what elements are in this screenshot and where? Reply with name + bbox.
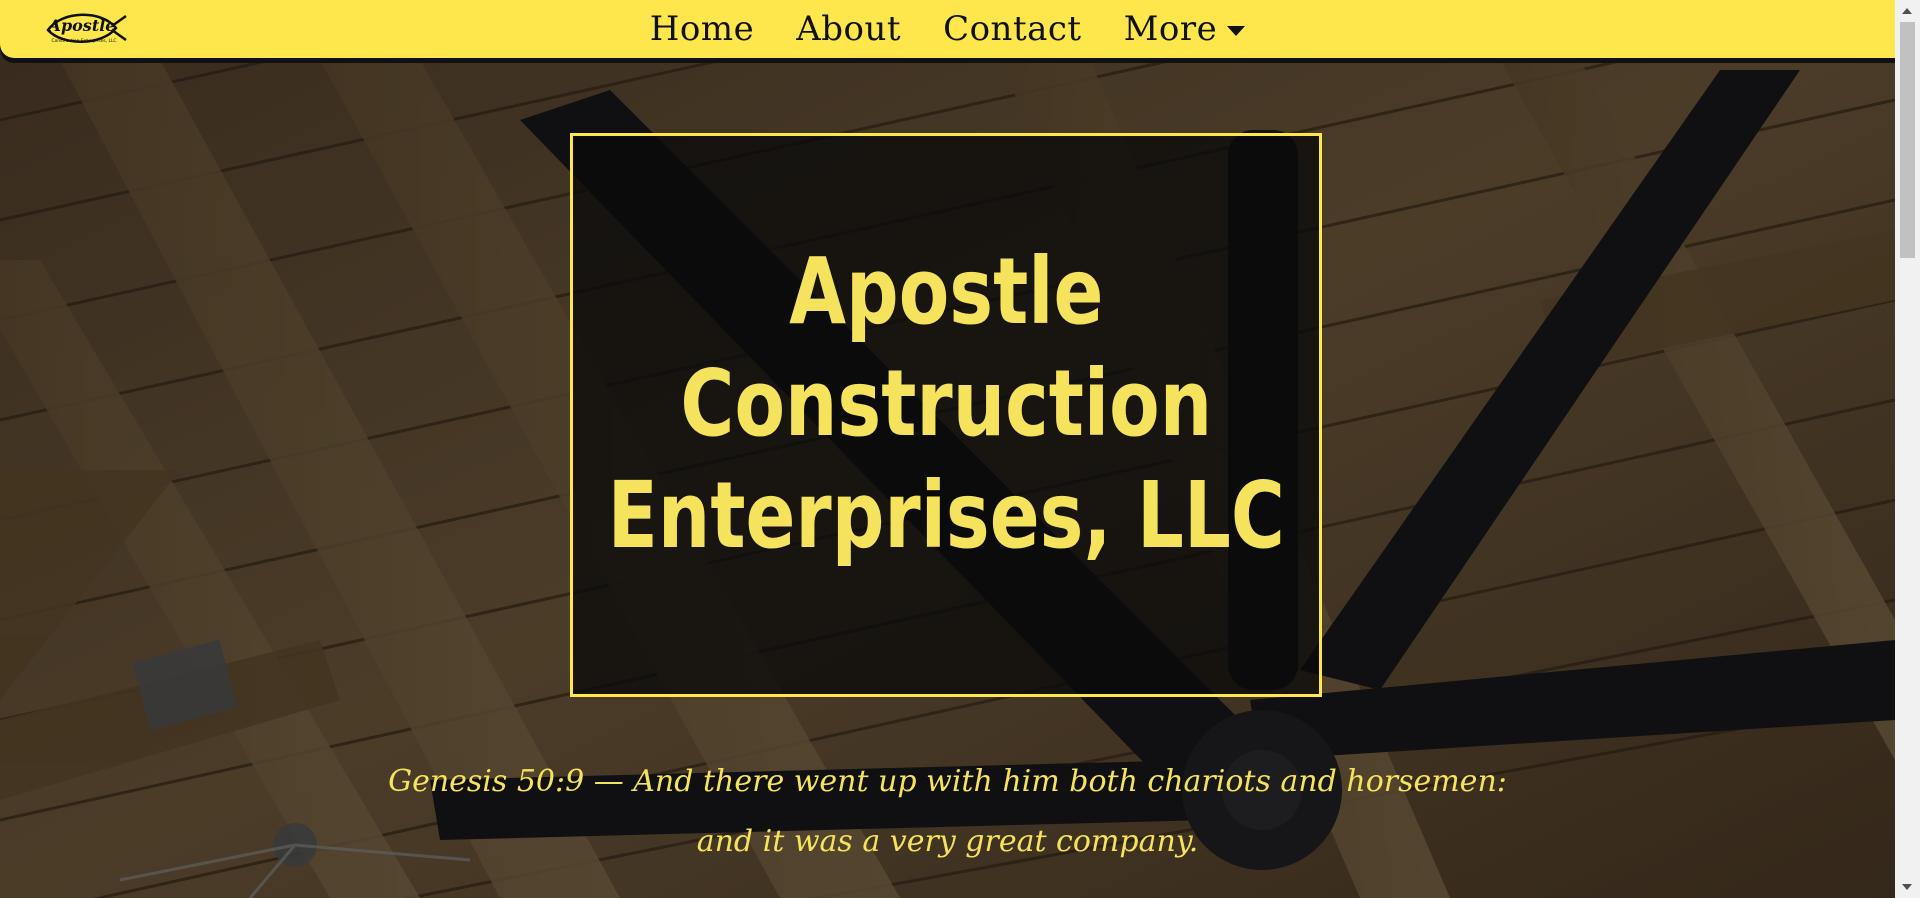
nav-more-label: More <box>1123 9 1218 49</box>
nav-about[interactable]: About <box>796 0 901 58</box>
nav-contact[interactable]: Contact <box>943 0 1082 58</box>
nav-contact-label: Contact <box>943 9 1082 49</box>
navbar: Apostle Construction Enterprises, LLC Ho… <box>0 0 1895 58</box>
page-scrollbar[interactable] <box>1895 0 1920 898</box>
nav-more-dropdown[interactable]: More <box>1124 0 1246 58</box>
hero-title-line-2: Construction <box>680 350 1212 457</box>
scrollbar-thumb[interactable] <box>1900 22 1915 258</box>
hero-title-line-1: Apostle <box>788 238 1104 345</box>
hero-verse: Genesis 50:9 — And there went up with hi… <box>388 764 1507 859</box>
scroll-up-arrow-icon[interactable] <box>1902 8 1912 14</box>
scroll-down-arrow-icon[interactable] <box>1902 884 1912 890</box>
nav-home-label: Home <box>649 9 755 49</box>
nav-home[interactable]: Home <box>650 0 754 58</box>
page: Apostle Construction Enterprises, LLC Ho… <box>0 0 1920 898</box>
main-nav: Home About Contact More <box>0 0 1895 58</box>
hero-title-box: Apostle Construction Enterprises, LLC <box>570 133 1322 697</box>
hero-title-line-3: Enterprises, LLC <box>607 462 1285 569</box>
hero-title: Apostle Construction Enterprises, LLC <box>607 236 1284 572</box>
nav-about-label: About <box>796 9 902 49</box>
chevron-down-icon <box>1227 26 1246 36</box>
